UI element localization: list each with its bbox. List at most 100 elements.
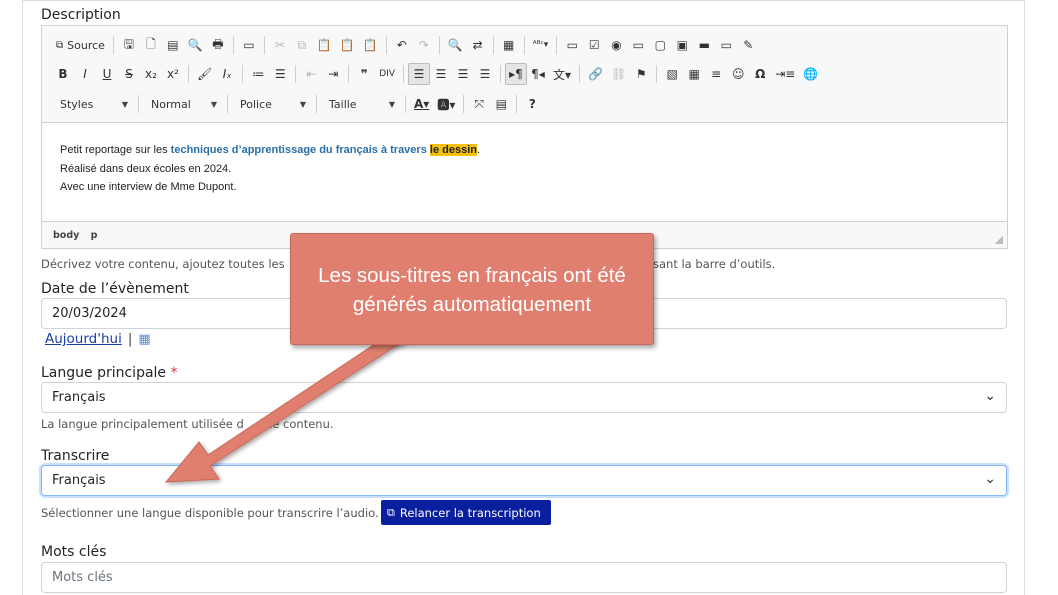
- export-pdf-icon[interactable]: ▤: [162, 34, 184, 56]
- save-icon[interactable]: 🖫: [118, 34, 140, 56]
- ltr-icon[interactable]: ▸¶: [504, 63, 527, 85]
- indent-icon[interactable]: ⇥: [322, 63, 344, 85]
- rerun-transcription-button[interactable]: ⧉ Relancer la transcription: [381, 500, 551, 525]
- today-link[interactable]: Aujourd'hui: [45, 331, 122, 347]
- align-center-icon[interactable]: ☰: [430, 63, 452, 85]
- transcribe-select[interactable]: Français ⌄: [41, 465, 1007, 496]
- iframe-icon[interactable]: 🌐: [799, 63, 822, 85]
- paste-icon[interactable]: 📋: [313, 34, 336, 56]
- toolbar-separator: [516, 95, 518, 113]
- bold-icon[interactable]: B: [52, 63, 74, 85]
- select-all-icon[interactable]: ▦: [498, 34, 520, 56]
- content-highlight: le dessin: [429, 144, 477, 156]
- toolbar-separator: [316, 95, 317, 113]
- copy-icon[interactable]: ⧉: [291, 34, 313, 56]
- align-justify-icon[interactable]: ☰: [474, 63, 496, 85]
- text-field-icon[interactable]: ▭: [627, 34, 649, 56]
- radio-icon[interactable]: ◉: [605, 34, 627, 56]
- select-field-icon[interactable]: ▣: [671, 34, 693, 56]
- find-icon[interactable]: 🔍: [444, 34, 467, 56]
- date-shortcuts: Aujourd'hui | ▦: [45, 331, 151, 347]
- outdent-icon[interactable]: ⇤: [300, 63, 322, 85]
- page-break-icon[interactable]: ⇥≡: [771, 63, 799, 85]
- preview-icon[interactable]: 🔍: [184, 34, 207, 56]
- redo-icon[interactable]: ↷: [413, 34, 435, 56]
- keywords-label: Mots clés: [41, 544, 107, 560]
- main-language-label-text: Langue principale: [41, 365, 167, 381]
- format-dropdown[interactable]: Normal ▼: [143, 93, 223, 115]
- bulleted-list-icon[interactable]: ☰: [269, 63, 291, 85]
- language-icon[interactable]: 文▾: [549, 63, 575, 85]
- superscript-icon[interactable]: x²: [162, 63, 184, 85]
- path-p[interactable]: p: [91, 230, 98, 241]
- subscript-icon[interactable]: x₂: [140, 63, 162, 85]
- new-page-icon[interactable]: 🗋: [140, 34, 162, 56]
- resize-handle[interactable]: [995, 236, 1003, 244]
- table-icon[interactable]: ▦: [683, 63, 705, 85]
- path-body[interactable]: body: [53, 230, 79, 241]
- special-char-icon[interactable]: Ω: [749, 63, 771, 85]
- align-left-icon[interactable]: ☰: [407, 63, 430, 85]
- maximize-icon[interactable]: ⤧: [468, 93, 490, 115]
- italic-icon[interactable]: I: [74, 63, 96, 85]
- main-language-select[interactable]: Français ⌄: [41, 382, 1007, 413]
- remove-format-icon[interactable]: Iₓ: [216, 63, 238, 85]
- toolbar-separator: [405, 95, 406, 113]
- underline-icon[interactable]: U: [96, 63, 118, 85]
- main-language-value: Français: [52, 390, 106, 405]
- copy-format-icon[interactable]: 🖌: [193, 63, 216, 85]
- content-line-3: Avec une interview de Mme Dupont.: [60, 181, 237, 193]
- cut-icon[interactable]: ✂: [269, 34, 291, 56]
- calendar-icon[interactable]: ▦: [138, 332, 150, 347]
- spellcheck-icon[interactable]: ᴬᴮᶜ▾: [529, 34, 553, 56]
- numbered-list-icon[interactable]: ≔: [247, 63, 269, 85]
- keywords-input[interactable]: Mots clés: [41, 562, 1007, 593]
- separator: |: [127, 331, 133, 347]
- font-dropdown[interactable]: Police ▼: [232, 93, 312, 115]
- unlink-icon[interactable]: ⛓: [607, 63, 630, 85]
- font-label: Police: [240, 97, 272, 111]
- text-color-icon[interactable]: A▾: [410, 93, 433, 115]
- content-suffix: .: [476, 144, 481, 156]
- event-date-label: Date de l’évènement: [41, 281, 189, 297]
- replace-icon[interactable]: ⇄: [467, 34, 489, 56]
- toolbar-separator: [385, 36, 387, 54]
- link-icon[interactable]: 🔗: [584, 63, 607, 85]
- image-icon[interactable]: ▧: [661, 63, 683, 85]
- hidden-field-icon[interactable]: ✎: [737, 34, 759, 56]
- toolbar-row-1: ⧉ Source 🖫 🗋 ▤ 🔍 🖶 ▭ ✂ ⧉ 📋 📋 📋 ↶ ↷ 🔍 ⇄ ▦…: [52, 33, 759, 57]
- paste-word-icon[interactable]: 📋: [359, 34, 382, 56]
- show-blocks-icon[interactable]: ▤: [490, 93, 512, 115]
- checkbox-icon[interactable]: ☑: [583, 34, 605, 56]
- background-color-icon[interactable]: 🅰▾: [433, 93, 459, 115]
- button-field-icon[interactable]: ▬: [693, 34, 715, 56]
- transcribe-help: Sélectionner une langue disponible pour …: [41, 506, 379, 520]
- image-button-icon[interactable]: ▭: [715, 34, 737, 56]
- content-text: Petit reportage sur les: [60, 144, 171, 156]
- div-container-icon[interactable]: DIV: [375, 63, 399, 85]
- undo-icon[interactable]: ↶: [391, 34, 413, 56]
- smiley-icon[interactable]: ☺: [727, 63, 749, 85]
- blockquote-icon[interactable]: ❞: [353, 63, 375, 85]
- editor-content[interactable]: Petit reportage sur les techniques d’app…: [42, 122, 1007, 222]
- size-dropdown[interactable]: Taille ▼: [321, 93, 401, 115]
- transcribe-value: Français: [52, 473, 106, 488]
- styles-dropdown[interactable]: Styles ▼: [52, 93, 134, 115]
- horizontal-line-icon[interactable]: ≡: [705, 63, 727, 85]
- templates-icon[interactable]: ▭: [238, 34, 260, 56]
- form-icon[interactable]: ▭: [561, 34, 583, 56]
- rerun-transcription-label: Relancer la transcription: [399, 505, 541, 520]
- toolbar-separator: [232, 36, 234, 54]
- callout-line-2: générés automatiquement: [352, 293, 592, 316]
- toolbar-separator: [242, 65, 244, 83]
- help-icon[interactable]: ?: [521, 93, 543, 115]
- anchor-icon[interactable]: ⚑: [630, 63, 652, 85]
- strike-icon[interactable]: S: [118, 63, 140, 85]
- print-icon[interactable]: 🖶: [207, 34, 229, 56]
- align-right-icon[interactable]: ☰: [452, 63, 474, 85]
- source-button[interactable]: ⧉ Source: [52, 34, 109, 56]
- rtl-icon[interactable]: ¶◂: [527, 63, 549, 85]
- toolbar-separator: [523, 36, 525, 54]
- paste-text-icon[interactable]: 📋: [336, 34, 359, 56]
- textarea-icon[interactable]: ▢: [649, 34, 671, 56]
